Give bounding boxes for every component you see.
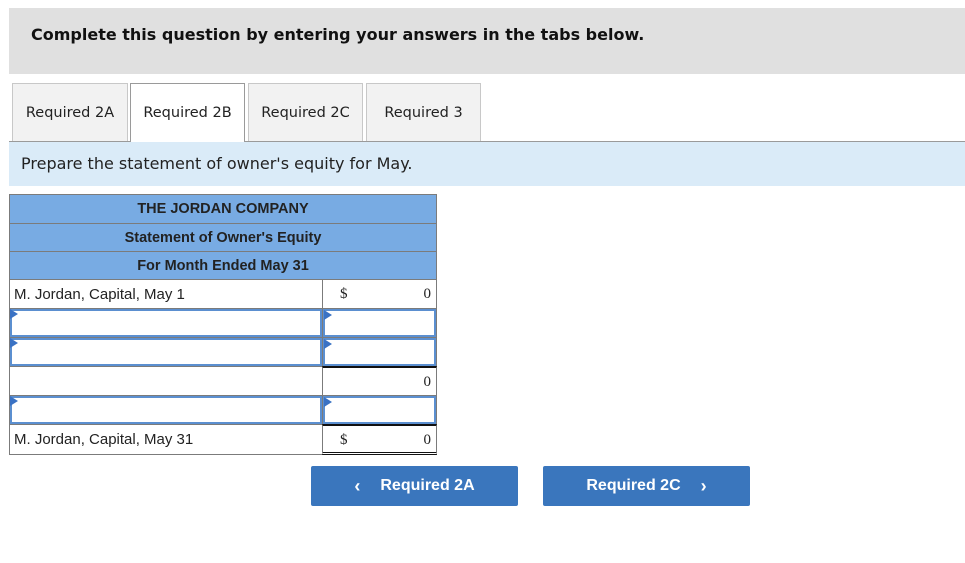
- label-input-dropdown[interactable]: [10, 338, 322, 366]
- currency-symbol: $: [340, 432, 348, 448]
- table-row-capital-may-1: M. Jordan, Capital, May 1 $ 0: [9, 279, 437, 308]
- label-cell: [9, 395, 322, 424]
- tab-required-3[interactable]: Required 3: [366, 83, 481, 141]
- amount-cell: [322, 308, 437, 337]
- subtotal-value: 0: [423, 374, 432, 390]
- table-row-input-2: [9, 337, 437, 366]
- amount-value: 0: [423, 286, 432, 302]
- amount-input[interactable]: [323, 338, 436, 366]
- prev-required-2a-button[interactable]: ‹ Required 2A: [311, 466, 518, 506]
- table-row-input-1: [9, 308, 437, 337]
- amount-cell: [322, 337, 437, 366]
- amount-cell: [322, 395, 437, 424]
- chevron-left-icon: ‹: [354, 475, 361, 496]
- question-prompt: Prepare the statement of owner's equity …: [9, 142, 965, 186]
- statement-title: Statement of Owner's Equity: [9, 223, 437, 251]
- tab-required-2c[interactable]: Required 2C: [248, 83, 363, 141]
- tab-required-2a[interactable]: Required 2A: [12, 83, 128, 141]
- table-row-input-3: [9, 395, 437, 424]
- label-cell: [9, 308, 322, 337]
- amount-cell: $ 0: [322, 424, 437, 455]
- row-label: M. Jordan, Capital, May 1: [9, 279, 322, 308]
- amount-input[interactable]: [323, 309, 436, 337]
- currency-symbol: $: [340, 286, 348, 302]
- instruction-banner: Complete this question by entering your …: [9, 8, 965, 74]
- label-input-dropdown[interactable]: [10, 396, 322, 424]
- label-input-dropdown[interactable]: [10, 309, 322, 337]
- prev-button-label: Required 2A: [380, 477, 475, 494]
- label-cell: [9, 337, 322, 366]
- amount-input[interactable]: [323, 396, 436, 424]
- amount-cell: $ 0: [322, 279, 437, 308]
- next-required-2c-button[interactable]: Required 2C ›: [543, 466, 750, 506]
- tab-required-2b[interactable]: Required 2B: [130, 83, 245, 142]
- table-row-subtotal: 0: [9, 366, 437, 395]
- company-name: THE JORDAN COMPANY: [9, 194, 437, 223]
- instruction-text: Complete this question by entering your …: [31, 25, 645, 44]
- statement-period: For Month Ended May 31: [9, 251, 437, 279]
- row-label: M. Jordan, Capital, May 31: [9, 424, 322, 455]
- chevron-right-icon: ›: [700, 475, 707, 496]
- prompt-text: Prepare the statement of owner's equity …: [21, 154, 413, 173]
- total-value: 0: [423, 432, 432, 448]
- statement-table: THE JORDAN COMPANY Statement of Owner's …: [9, 194, 437, 455]
- next-button-label: Required 2C: [586, 477, 681, 494]
- table-row-capital-may-31: M. Jordan, Capital, May 31 $ 0: [9, 424, 437, 455]
- amount-cell: 0: [322, 366, 437, 395]
- row-label: [9, 366, 322, 395]
- tab-bar: Required 2A Required 2B Required 2C Requ…: [9, 83, 965, 142]
